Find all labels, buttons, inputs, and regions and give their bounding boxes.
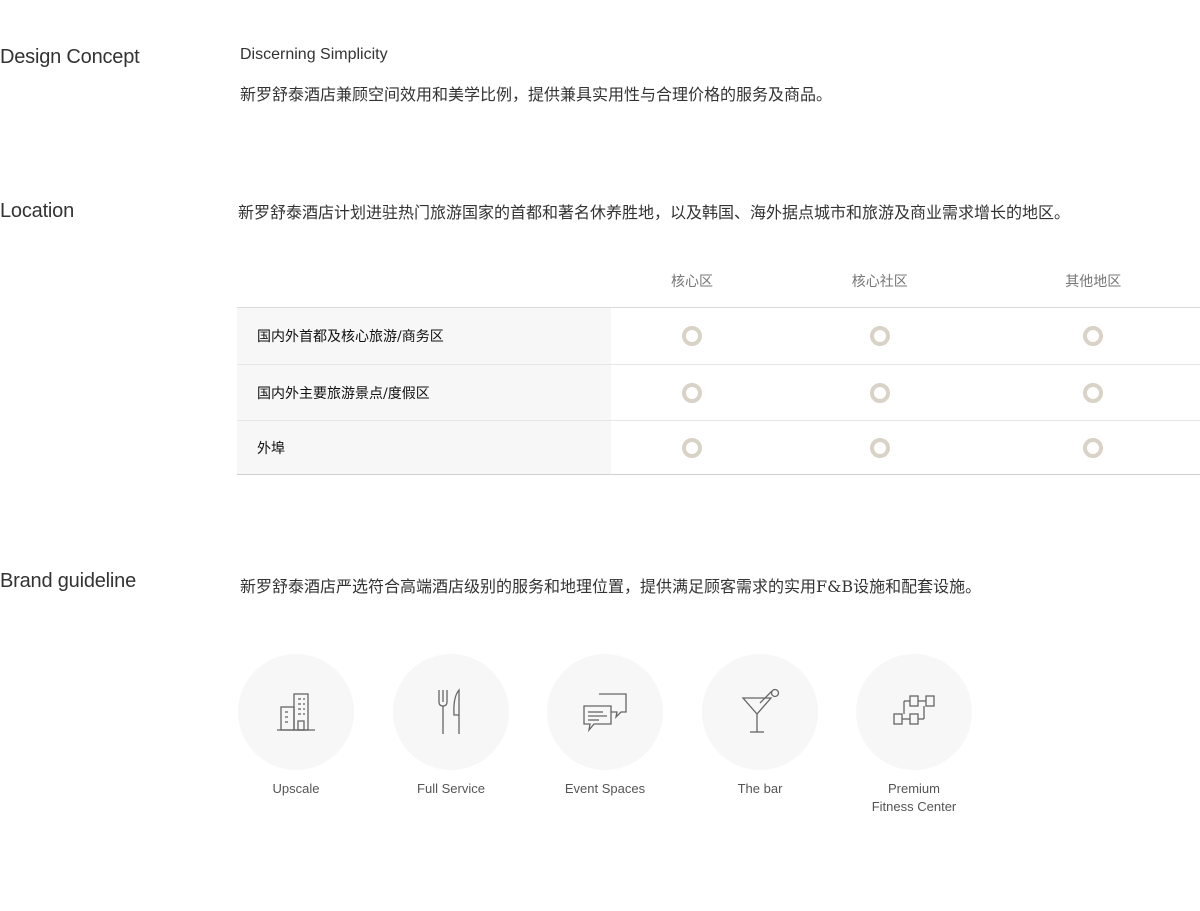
section-label-location: Location: [0, 200, 75, 222]
table-row: 外埠: [237, 420, 1200, 475]
circle-mark-icon: [869, 437, 890, 458]
location-table: 核心区 核心社区 其他地区 国内外首都及核心旅游/商务区 国内外主要旅游景点/度…: [237, 255, 1200, 475]
circle-mark-icon: [869, 326, 890, 346]
column-header-core-community: 核心社区: [851, 274, 908, 290]
table-header-row: 核心区 核心社区 其他地区: [237, 255, 1200, 308]
fork-knife-icon: [438, 688, 460, 734]
design-concept-subtitle: Discerning Simplicity: [240, 46, 388, 63]
row-name-outport: 外埠: [237, 420, 611, 475]
circle-mark-icon: [869, 382, 890, 403]
feature-label-line1: Premium: [887, 781, 940, 796]
circle-mark-icon: [1083, 326, 1104, 346]
feature-label: Premium Fitness Center: [856, 780, 972, 816]
dumbbell-icon: [893, 695, 935, 725]
feature-upscale: Upscale: [238, 654, 354, 798]
feature-label: Upscale: [272, 781, 320, 796]
row-name-tourist-resort: 国内外主要旅游景点/度假区: [237, 364, 611, 421]
feature-full-service: Full Service: [393, 654, 509, 798]
circle-mark-icon: [1083, 382, 1104, 403]
feature-premium-fitness-center: Premium Fitness Center: [856, 654, 972, 816]
row-name-capital-business: 国内外首都及核心旅游/商务区: [237, 307, 611, 365]
section-label-brand-guideline: Brand guideline: [0, 570, 136, 592]
building-icon: [277, 693, 315, 731]
feature-event-spaces: Event Spaces: [547, 654, 663, 798]
circle-mark-icon: [1083, 437, 1104, 458]
circle-mark-icon: [681, 382, 702, 403]
table-row: 国内外主要旅游景点/度假区: [237, 364, 1200, 421]
brand-guideline-text: 新罗舒泰酒店严选符合高端酒店级别的服务和地理位置，提供满足顾客需求的实用F&B设…: [240, 577, 982, 596]
feature-label: Full Service: [417, 781, 485, 796]
table-row: 国内外首都及核心旅游/商务区: [237, 307, 1200, 365]
column-header-other-regions: 其他地区: [1065, 274, 1122, 290]
feature-label: Event Spaces: [564, 781, 646, 796]
feature-label-line2: Fitness Center: [871, 799, 957, 814]
table-header-blank: [237, 255, 611, 308]
feature-the-bar: The bar: [702, 654, 818, 798]
design-concept-text: 新罗舒泰酒店兼顾空间效用和美学比例，提供兼具实用性与合理价格的服务及商品。: [240, 85, 833, 104]
feature-label: The bar: [737, 781, 783, 796]
chat-bubbles-icon: [583, 693, 627, 733]
cocktail-glass-icon: [741, 688, 780, 733]
circle-mark-icon: [681, 326, 702, 346]
circle-mark-icon: [681, 437, 702, 458]
column-header-core-area: 核心区: [670, 274, 713, 290]
section-label-design-concept: Design Concept: [0, 46, 140, 68]
location-text: 新罗舒泰酒店计划进驻热门旅游国家的首都和著名休养胜地，以及韩国、海外据点城市和旅…: [238, 203, 1071, 222]
